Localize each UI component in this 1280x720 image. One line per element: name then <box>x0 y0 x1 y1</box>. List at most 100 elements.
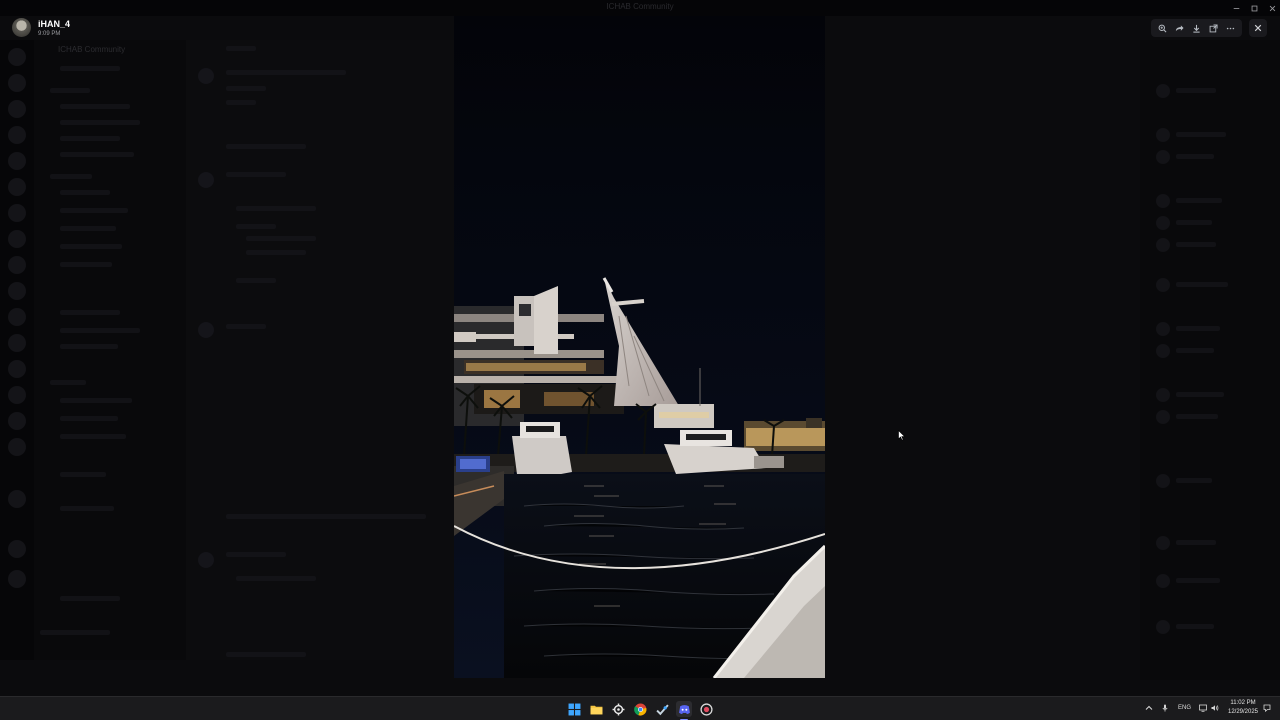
avatar <box>198 172 214 188</box>
member-name <box>1176 392 1224 397</box>
more-button[interactable] <box>1224 21 1238 35</box>
language-indicator[interactable]: ENG <box>1178 705 1191 711</box>
recorder-button[interactable] <box>698 701 714 717</box>
channel-item <box>60 226 116 231</box>
network-icon[interactable] <box>1198 703 1208 713</box>
channel-category <box>50 380 86 385</box>
message-line <box>226 652 306 657</box>
chrome-button[interactable] <box>632 701 648 717</box>
message-line <box>236 224 276 229</box>
message-line <box>226 144 306 149</box>
member-name <box>1176 282 1228 287</box>
recorder-icon <box>699 702 713 716</box>
viewer-toolbar <box>1151 19 1242 37</box>
server-icon <box>8 308 26 326</box>
clock-time[interactable]: 11:02 PM <box>1226 700 1260 706</box>
channel-item <box>60 190 110 195</box>
channel-item <box>60 310 120 315</box>
server-icon <box>8 204 26 222</box>
avatar <box>198 68 214 84</box>
server-name: ICHAB Community <box>58 45 126 54</box>
zoom-button[interactable] <box>1156 21 1170 35</box>
image-preview[interactable] <box>454 16 825 678</box>
channel-item <box>60 328 140 333</box>
member-name <box>1176 540 1216 545</box>
chrome-icon <box>633 703 646 716</box>
download-button[interactable] <box>1190 21 1204 35</box>
channel-list: ICHAB Community <box>34 40 186 660</box>
message-line <box>226 86 266 91</box>
close-viewer-button[interactable] <box>1249 19 1267 37</box>
channel-item <box>60 596 120 601</box>
message-line <box>246 236 316 241</box>
channel-item <box>60 506 114 511</box>
server-icon <box>8 282 26 300</box>
maximize-icon[interactable] <box>1249 3 1259 13</box>
start-button[interactable] <box>566 701 582 717</box>
minimize-icon[interactable] <box>1231 3 1241 13</box>
notification-icon[interactable] <box>1262 703 1272 713</box>
server-icon <box>8 256 26 274</box>
settings-button[interactable] <box>610 701 626 717</box>
member-name <box>1176 220 1212 225</box>
server-icon <box>8 178 26 196</box>
volume-icon[interactable] <box>1210 703 1220 713</box>
window-close-icon[interactable] <box>1267 3 1277 13</box>
zoom-icon <box>1158 24 1167 32</box>
channel-item <box>60 398 132 403</box>
forward-button[interactable] <box>1173 21 1187 35</box>
open-external-icon <box>1209 23 1218 32</box>
member-name <box>1176 198 1222 203</box>
member-name <box>1176 348 1214 353</box>
server-list <box>0 40 34 660</box>
channel-category <box>50 88 90 93</box>
chevron-up-icon[interactable] <box>1144 703 1154 713</box>
channel-item <box>60 66 120 71</box>
chat-area <box>186 40 454 660</box>
forward-icon <box>1175 24 1184 31</box>
author-avatar[interactable] <box>12 18 31 37</box>
avatar <box>198 322 214 338</box>
channel-item <box>60 152 134 157</box>
message-line <box>236 206 316 211</box>
message-line <box>236 278 276 283</box>
download-icon <box>1193 24 1200 33</box>
server-icon <box>8 100 26 118</box>
server-icon <box>8 152 26 170</box>
member-name <box>1176 414 1218 419</box>
avatar <box>1156 238 1170 252</box>
taskbar: ENG 11:02 PM 12/29/2025 <box>0 696 1280 720</box>
server-icon <box>8 230 26 248</box>
server-icon <box>8 48 26 66</box>
clock-date[interactable]: 12/29/2025 <box>1226 709 1260 715</box>
file-explorer-button[interactable] <box>588 701 604 717</box>
server-icon <box>8 438 26 456</box>
settings-icon <box>612 703 624 715</box>
channel-category <box>50 174 92 179</box>
channel-item <box>60 434 126 439</box>
server-icon <box>8 412 26 430</box>
more-icon <box>1226 27 1235 29</box>
user-panel <box>40 630 110 635</box>
open-external-button[interactable] <box>1207 21 1221 35</box>
steam-button[interactable] <box>654 701 670 717</box>
message-line <box>236 576 316 581</box>
member-name <box>1176 242 1216 247</box>
discord-icon <box>678 704 690 714</box>
server-icon <box>8 74 26 92</box>
server-icon <box>8 126 26 144</box>
microphone-icon[interactable] <box>1160 703 1170 713</box>
server-icon <box>8 570 26 588</box>
discord-button[interactable] <box>676 701 692 717</box>
server-icon <box>8 386 26 404</box>
message-line <box>246 250 306 255</box>
message-line <box>226 324 266 329</box>
avatar <box>1156 574 1170 588</box>
message-line <box>226 100 256 105</box>
file-explorer-icon <box>590 705 602 714</box>
server-icon <box>8 334 26 352</box>
server-icon <box>8 360 26 378</box>
channel-item <box>60 136 120 141</box>
avatar <box>1156 216 1170 230</box>
author-name[interactable]: iHAN_4 <box>38 19 70 29</box>
